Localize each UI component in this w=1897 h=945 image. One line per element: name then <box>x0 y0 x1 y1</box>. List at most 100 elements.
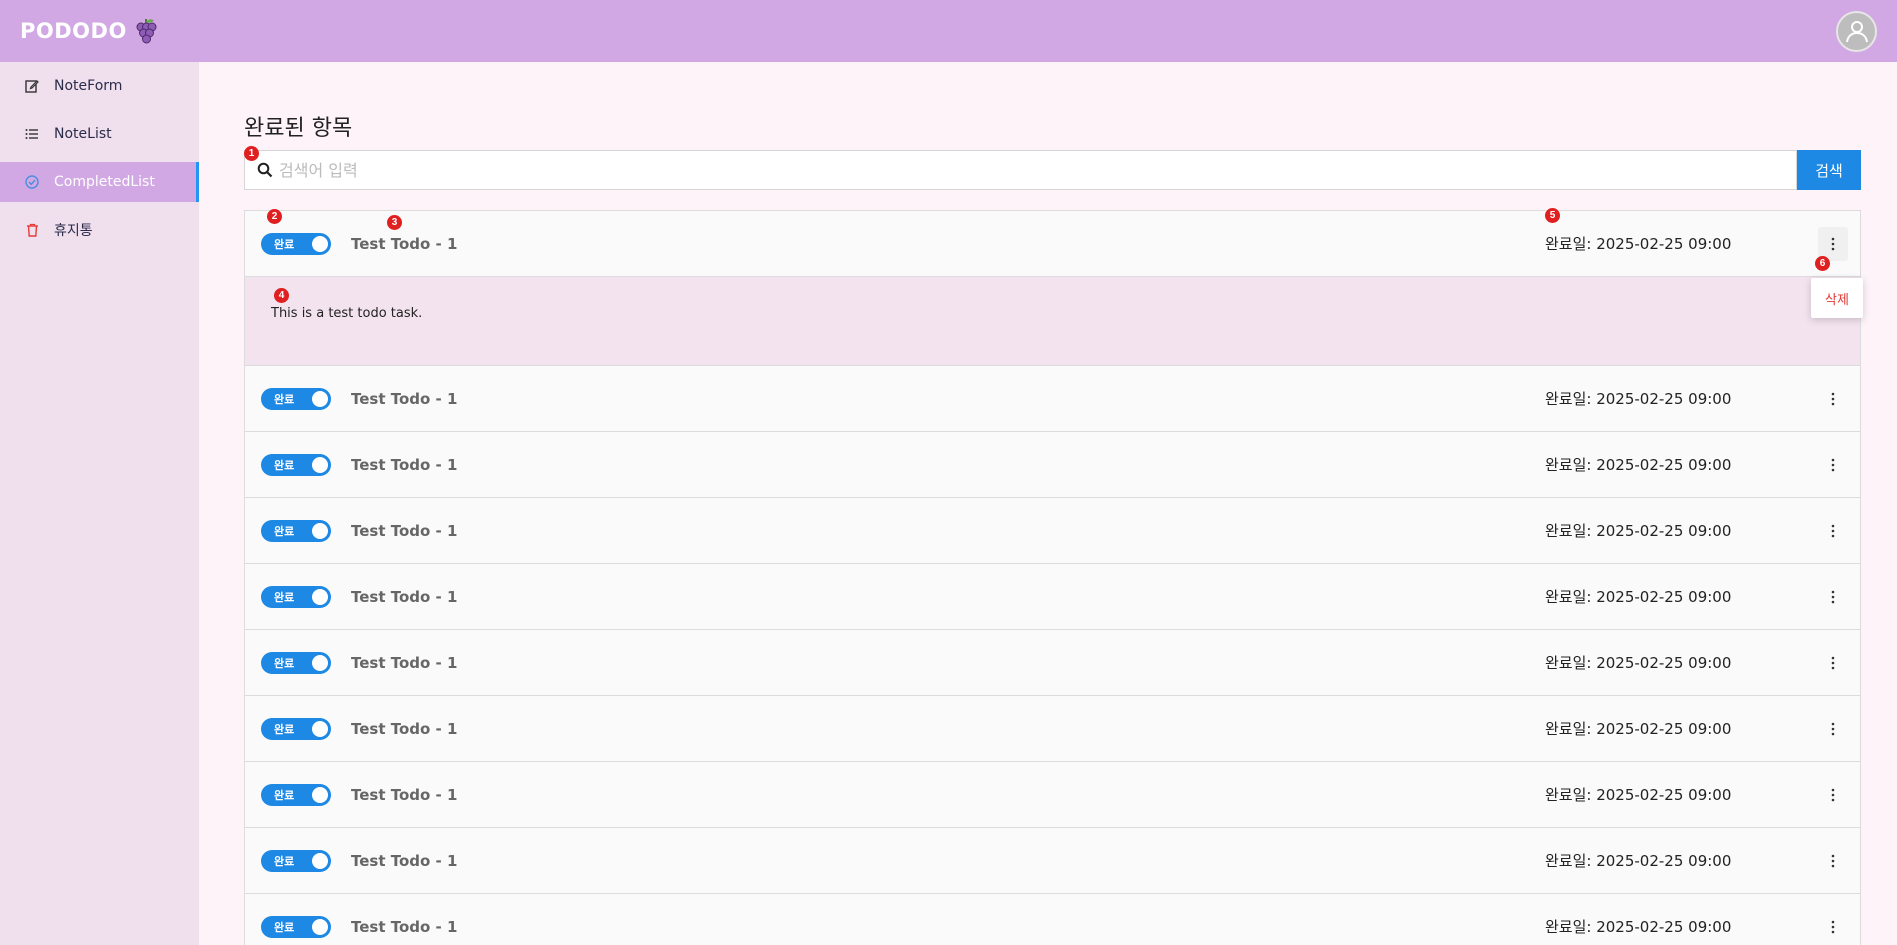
annotation-marker: 2 <box>267 209 282 224</box>
todo-row[interactable]: 완료 Test Todo - 1 완료일: 2025-02-25 09:00 <box>245 894 1860 945</box>
todo-title: Test Todo - 1 <box>351 653 458 672</box>
more-vertical-icon <box>1831 392 1835 406</box>
more-vertical-icon <box>1831 722 1835 736</box>
todo-title: Test Todo - 1 <box>351 587 458 606</box>
complete-toggle[interactable]: 완료 <box>261 783 331 806</box>
more-vertical-icon <box>1831 920 1835 934</box>
toggle-label: 완료 <box>274 458 295 472</box>
more-vertical-icon <box>1831 590 1835 604</box>
complete-toggle[interactable]: 완료 <box>261 717 331 740</box>
todo-description: This is a test todo task. <box>271 306 423 321</box>
todo-row[interactable]: 완료 Test Todo - 1 완료일: 2025-02-25 09:00 <box>245 211 1860 277</box>
todo-row[interactable]: 완료 Test Todo - 1 완료일: 2025-02-25 09:00 <box>245 762 1860 828</box>
grape-logo-icon <box>136 18 157 44</box>
more-options-button[interactable] <box>1818 382 1848 416</box>
complete-toggle[interactable]: 완료 <box>261 519 331 542</box>
more-options-button[interactable] <box>1818 712 1848 746</box>
toggle-knob <box>312 235 328 252</box>
sidebar-item-trash[interactable]: 휴지통 <box>0 210 199 250</box>
brand[interactable]: PODODO <box>20 16 159 46</box>
list-icon <box>24 126 40 142</box>
completed-date: 완료일: 2025-02-25 09:00 <box>1545 235 1732 253</box>
toggle-label: 완료 <box>274 392 295 406</box>
app-header: PODODO <box>0 0 1897 62</box>
todo-row[interactable]: 완료 Test Todo - 1 완료일: 2025-02-25 09:00 <box>245 630 1860 696</box>
sidebar-item-completedlist[interactable]: CompletedList <box>0 162 199 202</box>
annotation-marker: 5 <box>1545 208 1560 223</box>
more-options-button[interactable] <box>1818 448 1848 482</box>
more-vertical-icon <box>1831 854 1835 868</box>
todo-row[interactable]: 완료 Test Todo - 1 완료일: 2025-02-25 09:00 <box>245 696 1860 762</box>
toggle-knob <box>312 918 328 935</box>
annotation-marker: 1 <box>244 146 259 161</box>
toggle-label: 완료 <box>274 920 295 934</box>
toggle-knob <box>312 720 328 737</box>
more-options-button[interactable] <box>1818 844 1848 878</box>
complete-toggle[interactable]: 완료 <box>261 387 331 410</box>
todo-row[interactable]: 완료 Test Todo - 1 완료일: 2025-02-25 09:00 <box>245 498 1860 564</box>
todo-title: Test Todo - 1 <box>351 851 458 870</box>
sidebar-item-noteform[interactable]: NoteForm <box>0 66 199 106</box>
search-bar: 검색 <box>244 150 1861 190</box>
toggle-knob <box>312 852 328 869</box>
user-avatar-button[interactable] <box>1836 10 1877 52</box>
todo-row[interactable]: 완료 Test Todo - 1 완료일: 2025-02-25 09:00 <box>245 432 1860 498</box>
completed-date: 완료일: 2025-02-25 09:00 <box>1545 390 1732 408</box>
todo-title: Test Todo - 1 <box>351 719 458 738</box>
completed-date: 완료일: 2025-02-25 09:00 <box>1545 852 1732 870</box>
annotation-marker: 6 <box>1815 256 1830 271</box>
user-icon <box>1845 21 1868 43</box>
toggle-label: 완료 <box>274 854 295 868</box>
more-vertical-icon <box>1831 656 1835 670</box>
search-button[interactable]: 검색 <box>1797 150 1861 190</box>
search-input[interactable] <box>279 152 1796 188</box>
brand-name: PODODO <box>20 19 127 43</box>
more-options-button[interactable] <box>1818 580 1848 614</box>
complete-toggle[interactable]: 완료 <box>261 849 331 872</box>
completed-date: 완료일: 2025-02-25 09:00 <box>1545 456 1732 474</box>
completed-date: 완료일: 2025-02-25 09:00 <box>1545 918 1732 936</box>
todo-title: Test Todo - 1 <box>351 234 458 253</box>
more-options-button[interactable] <box>1818 514 1848 548</box>
more-vertical-icon <box>1831 788 1835 802</box>
trash-icon <box>24 222 40 238</box>
todo-title: Test Todo - 1 <box>351 521 458 540</box>
complete-toggle[interactable]: 완료 <box>261 585 331 608</box>
toggle-label: 완료 <box>274 524 295 538</box>
todo-title: Test Todo - 1 <box>351 389 458 408</box>
complete-toggle[interactable]: 완료 <box>261 232 331 255</box>
toggle-knob <box>312 654 328 671</box>
todo-row[interactable]: 완료 Test Todo - 1 완료일: 2025-02-25 09:00 <box>245 564 1860 630</box>
complete-toggle[interactable]: 완료 <box>261 915 331 938</box>
edit-icon <box>24 78 40 94</box>
toggle-label: 완료 <box>274 237 295 251</box>
todo-row[interactable]: 완료 Test Todo - 1 완료일: 2025-02-25 09:00 <box>245 828 1860 894</box>
sidebar-item-notelist[interactable]: NoteList <box>0 114 199 154</box>
more-vertical-icon <box>1831 524 1835 538</box>
toggle-label: 완료 <box>274 788 295 802</box>
complete-toggle[interactable]: 완료 <box>261 651 331 674</box>
delete-menu-item[interactable]: 삭제 <box>1825 289 1849 308</box>
complete-toggle[interactable]: 완료 <box>261 453 331 476</box>
todo-title: Test Todo - 1 <box>351 785 458 804</box>
toggle-label: 완료 <box>274 722 295 736</box>
todo-list: 완료 Test Todo - 1 완료일: 2025-02-25 09:00 T… <box>244 210 1861 945</box>
todo-title: Test Todo - 1 <box>351 917 458 936</box>
sidebar-item-label: 휴지통 <box>54 223 93 239</box>
completed-date: 완료일: 2025-02-25 09:00 <box>1545 720 1732 738</box>
sidebar: NoteForm NoteList CompletedList 휴지통 <box>0 62 199 945</box>
more-vertical-icon <box>1831 458 1835 472</box>
more-options-button[interactable] <box>1818 910 1848 944</box>
check-circle-icon <box>24 174 40 190</box>
more-options-button[interactable] <box>1818 646 1848 680</box>
completed-date: 완료일: 2025-02-25 09:00 <box>1545 522 1732 540</box>
toggle-knob <box>312 390 328 407</box>
more-options-button[interactable] <box>1818 778 1848 812</box>
more-options-menu: 삭제 <box>1811 278 1863 318</box>
toggle-knob <box>312 522 328 539</box>
completed-date: 완료일: 2025-02-25 09:00 <box>1545 588 1732 606</box>
sidebar-item-label: NoteForm <box>54 78 123 94</box>
todo-row[interactable]: 완료 Test Todo - 1 완료일: 2025-02-25 09:00 <box>245 366 1860 432</box>
search-icon <box>257 162 273 178</box>
sidebar-item-label: CompletedList <box>54 174 155 190</box>
